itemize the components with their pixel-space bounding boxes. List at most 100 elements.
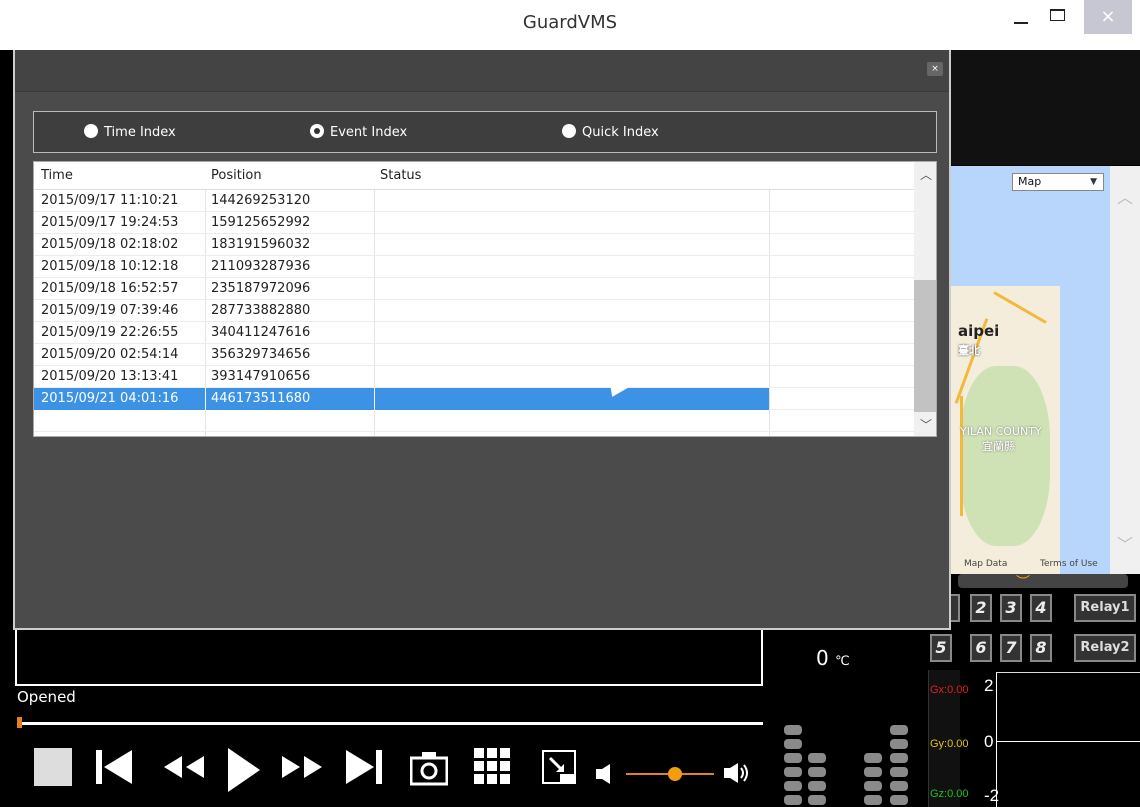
map-terms-link[interactable]: Terms of Use [1040,559,1098,569]
fast-forward-icon [282,756,322,778]
channel-button-1-partial[interactable] [950,594,960,622]
chevron-down-icon: ︶ [1016,575,1030,591]
chevron-up-icon[interactable]: ︿ [1117,184,1133,208]
table-row[interactable]: 2015/09/18 16:52:57 235187972096 [34,278,914,300]
minimize-button[interactable] [1004,0,1038,34]
meter-segment [808,795,826,805]
channel-button-4[interactable]: 4 [1030,594,1052,622]
channel-button-8[interactable]: 8 [1030,634,1052,662]
volume-knob[interactable] [668,767,682,781]
cell-time: 2015/09/17 19:24:53 [41,215,179,230]
title-bar: GuardVMS × [0,0,1140,50]
table-row[interactable]: 2015/09/21 04:01:16 446173511680 [34,388,914,410]
layout-grid-button[interactable] [474,748,512,790]
cell-time: 2015/09/20 02:54:14 [41,347,179,362]
progress-knob[interactable] [17,717,22,728]
video-panel [15,630,763,686]
map-type-value: Map [1018,175,1042,188]
map-road [960,396,963,516]
dialog-close-button[interactable]: × [927,62,943,76]
cell-time: 2015/09/19 22:26:55 [41,325,179,340]
volume-high-icon [724,763,748,783]
export-avi-button[interactable] [542,748,578,790]
table-row[interactable]: 2015/09/18 10:12:18 211093287936 [34,256,914,278]
table-row[interactable]: 2015/09/20 13:13:41 393147910656 [34,366,914,388]
graph-zero-line [997,741,1140,742]
map-label-county: YILAN COUNTY 宜蘭縣 [960,425,1042,454]
map-label-city: aipei 臺北 [958,322,999,358]
cell-time: 2015/09/18 02:18:02 [41,237,179,252]
skip-back-icon [96,750,132,784]
radio-event-index[interactable]: Event Index [310,124,407,140]
relay2-button[interactable]: Relay2 [1074,634,1136,662]
previous-button[interactable] [96,748,132,790]
rewind-button[interactable] [160,748,206,790]
chevron-down-icon[interactable]: ﹀ [920,416,932,433]
snapshot-button[interactable] [409,748,449,790]
skip-forward-icon [346,750,382,784]
radio-time-index[interactable]: Time Index [84,124,176,140]
map-scrollbar[interactable]: ︿ ﹀ [1110,166,1140,574]
cell-divider [374,388,375,410]
window-title: GuardVMS [522,12,618,33]
map-terrain [960,366,1050,546]
table-row[interactable]: 2015/09/19 07:39:46 287733882880 [34,300,914,322]
column-header-status[interactable]: Status [380,168,421,183]
table-scrollbar[interactable]: ︿ ﹀ [914,162,936,436]
rewind-icon [164,756,204,778]
map-county-name: YILAN COUNTY [960,425,1042,438]
scrollbar-thumb[interactable] [914,280,936,412]
radio-label: Quick Index [582,125,659,140]
volume-slider[interactable] [626,767,714,781]
meter-segment [784,739,802,749]
map-view[interactable] [950,166,1110,574]
next-button[interactable] [346,748,382,790]
map-city-name-zh: 臺北 [958,344,980,357]
playback-progress[interactable] [17,717,763,728]
cell-position: 393147910656 [211,369,311,384]
mute-button[interactable] [596,764,614,788]
meter-segment [784,767,802,777]
column-header-time[interactable]: Time [41,168,73,183]
map-city-name: aipei [958,322,1000,340]
table-row[interactable]: 2015/09/17 19:24:53 159125652992 [34,212,914,234]
chevron-down-icon[interactable]: ﹀ [1117,531,1133,555]
maximize-button[interactable] [1040,0,1074,34]
channel-button-7[interactable]: 7 [1000,634,1022,662]
cell-position: 446173511680 [211,391,311,406]
table-row[interactable]: 2015/09/18 02:18:02 183191596032 [34,234,914,256]
map-data-link[interactable]: Map Data [964,559,1007,569]
table-row[interactable]: 2015/09/17 11:10:21 144269253120 [34,190,914,212]
map-type-select[interactable]: Map ▼ [1012,173,1104,191]
volume-low-icon [596,764,610,784]
event-index-dialog: × Time Index Event Index Quick Index Tim… [13,50,951,630]
cell-position: 211093287936 [211,259,311,274]
meter-segment [890,725,908,735]
channel-button-2[interactable]: 2 [970,594,992,622]
chevron-up-icon[interactable]: ︿ [920,166,932,183]
meter-segment [890,739,908,749]
cell-position: 287733882880 [211,303,311,318]
radio-quick-index[interactable]: Quick Index [562,124,659,140]
playback-status: Opened [17,688,76,706]
column-header-position[interactable]: Position [211,168,262,183]
table-row[interactable]: 2015/09/20 02:54:14 356329734656 [34,344,914,366]
play-button[interactable] [226,748,262,796]
relay1-button[interactable]: Relay1 [1074,594,1136,622]
channel-button-3[interactable]: 3 [1000,594,1022,622]
stop-button[interactable] [34,748,72,786]
export-avi-icon [542,750,576,784]
meter-segment [864,795,882,805]
volume-max-button[interactable] [724,762,750,788]
map-collapse-handle[interactable]: ︶ [958,574,1128,591]
channel-button-6[interactable]: 6 [970,634,992,662]
fast-forward-button[interactable] [280,748,326,790]
table-row[interactable]: 2015/09/19 22:26:55 340411247616 [34,322,914,344]
close-button[interactable]: × [1084,0,1132,34]
gsensor-x: Gx:0.00 [930,684,969,696]
meter-segment [808,781,826,791]
radio-label: Time Index [104,125,176,140]
radio-selected-icon [310,124,324,138]
channel-button-5[interactable]: 5 [930,634,952,662]
meter-segment [890,767,908,777]
